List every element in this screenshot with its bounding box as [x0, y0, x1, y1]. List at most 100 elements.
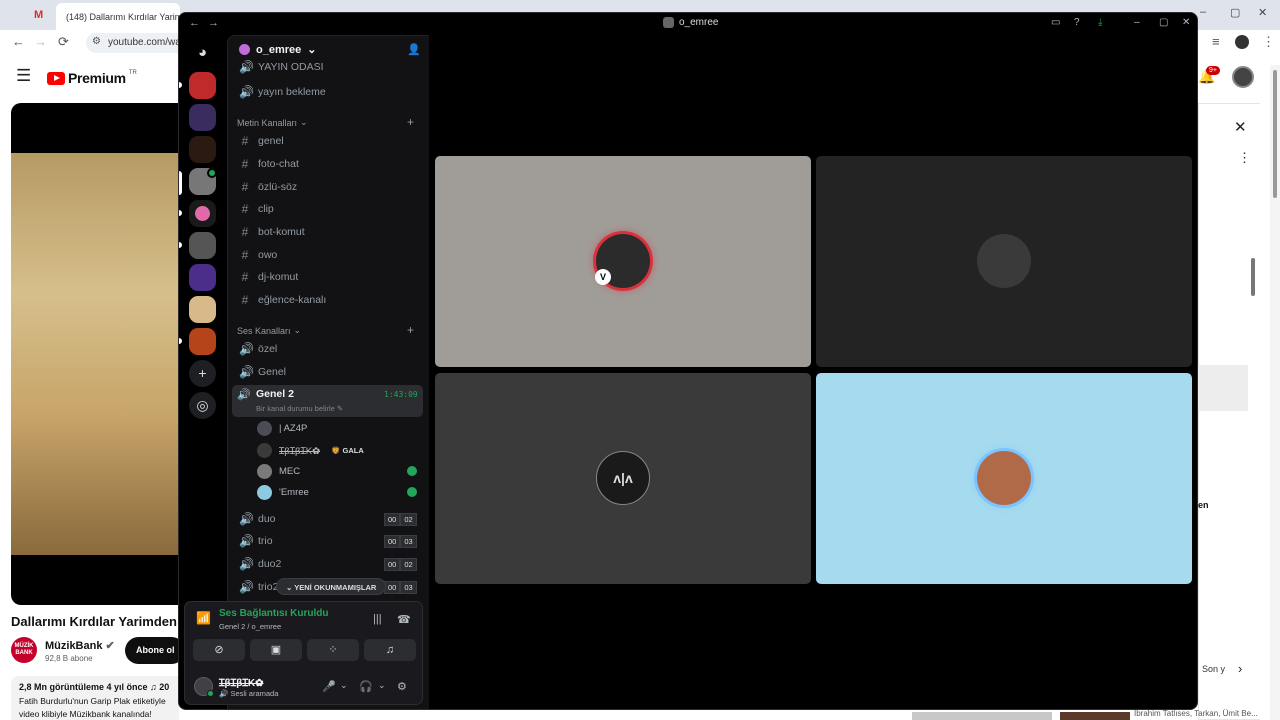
participant-tile[interactable]: V	[435, 156, 811, 367]
user-limit-badge: 00 03	[384, 535, 417, 548]
recommendation-thumb[interactable]	[1060, 712, 1130, 720]
channel-status-text: Bir kanal durumu belirle	[256, 404, 335, 413]
yt-account-avatar[interactable]	[1232, 66, 1254, 88]
invite-people-icon[interactable]: 👤	[407, 43, 421, 56]
voice-timer: 1:43:09	[384, 390, 418, 399]
category-voice-channels[interactable]: Ses Kanalları ⌄	[237, 325, 301, 336]
discover-icon[interactable]: ◎	[189, 392, 216, 419]
settings-gear-icon[interactable]: ⚙	[397, 680, 407, 693]
voice-user[interactable]: 'Emree	[257, 483, 309, 501]
channel-ozel[interactable]: 🔊 özel	[235, 339, 423, 359]
server-icon[interactable]	[189, 232, 216, 259]
video-player[interactable]	[11, 103, 179, 605]
hamburger-menu-icon[interactable]: ☰	[16, 66, 31, 86]
create-channel-icon[interactable]: +	[407, 115, 414, 129]
speaker-icon: 🔊	[239, 557, 254, 571]
tab-youtube[interactable]: (148) Dallarımı Kırdılar Yarim	[56, 3, 180, 30]
browser-close-button[interactable]: ✕	[1258, 6, 1267, 19]
participant-tile[interactable]	[816, 156, 1192, 367]
audio-options-chevron-icon[interactable]: ⌄	[378, 680, 386, 691]
server-icon[interactable]	[189, 104, 216, 131]
channel-dj-komut[interactable]: # dj-komut	[235, 267, 423, 287]
channel-name[interactable]: MüzikBank ✔	[45, 639, 115, 652]
discord-nav-arrows[interactable]: ←→	[189, 17, 227, 29]
noise-suppression-icon[interactable]: |||	[373, 613, 382, 625]
channel-ozlu-soz[interactable]: # özlü-söz	[235, 177, 423, 197]
participant-tile-speaking[interactable]	[816, 373, 1192, 584]
close-icon[interactable]: ✕	[1234, 118, 1247, 136]
browser-maximize-button[interactable]: ▢	[1230, 6, 1240, 19]
kebab-icon[interactable]: ⋮	[1262, 34, 1275, 50]
minimize-button[interactable]: –	[1134, 17, 1140, 28]
username[interactable]: ꞮβꞮβꞮK✿	[219, 675, 264, 689]
user-limit: 02	[400, 513, 417, 526]
reading-list-icon[interactable]: ≡	[1212, 34, 1220, 49]
camera-off-button[interactable]: ⊘	[193, 639, 245, 661]
create-voice-channel-icon[interactable]: +	[407, 323, 414, 337]
scrollbar-thumb[interactable]	[1273, 70, 1277, 198]
server-icon[interactable]	[189, 296, 216, 323]
youtube-premium-logo[interactable]: Premium TR	[47, 70, 137, 86]
chip-son[interactable]: Son y	[1202, 664, 1225, 674]
chevron-right-icon[interactable]: ›	[1238, 661, 1242, 676]
headphones-icon[interactable]: 🎧	[359, 680, 373, 693]
reload-button[interactable]: ⟳	[58, 34, 69, 50]
panel-scrollbar-thumb[interactable]	[1251, 258, 1255, 296]
window-title-text: o_emree	[679, 17, 719, 28]
site-info-icon[interactable]: ⚙	[92, 36, 101, 47]
voice-connected-status[interactable]: Ses Bağlantısı Kuruldu	[219, 608, 328, 619]
forward-button[interactable]: →	[34, 34, 47, 49]
maximize-button[interactable]: ▢	[1159, 17, 1168, 28]
add-server-icon[interactable]: +	[189, 360, 216, 387]
help-icon[interactable]: ?	[1074, 17, 1080, 28]
guild-icon	[239, 44, 250, 55]
tab-gmail[interactable]: M	[34, 5, 43, 25]
mic-options-chevron-icon[interactable]: ⌄	[340, 680, 348, 691]
server-icon[interactable]	[189, 264, 216, 291]
profile-avatar[interactable]	[1235, 35, 1249, 49]
activities-button[interactable]: ⁘	[307, 639, 359, 661]
discord-home-icon[interactable]: ◕	[189, 39, 216, 66]
channel-eglence-kanali[interactable]: # eğlence-kanalı	[235, 290, 423, 310]
guild-header[interactable]: o_emree ⌄	[239, 43, 316, 56]
channel-bot-komut[interactable]: # bot-komut	[235, 222, 423, 242]
channel-genel[interactable]: # genel	[235, 131, 423, 151]
voice-channel-path[interactable]: Genel 2 / o_emree	[219, 622, 281, 631]
chevron-down-icon: ⌄	[293, 325, 302, 335]
channel-foto-chat[interactable]: # foto-chat	[235, 154, 423, 174]
new-unreads-button[interactable]: ⌄ YENİ OKUNMAMIŞLAR	[276, 578, 387, 595]
inbox-icon[interactable]: ▭	[1051, 17, 1060, 28]
channel-avatar[interactable]: MÜZİK BANK	[11, 637, 37, 663]
channel-clip[interactable]: # clip	[235, 199, 423, 219]
title-avatar	[663, 17, 674, 28]
hash-icon: #	[241, 157, 249, 171]
participant-tile[interactable]: ʌ|ʌ	[435, 373, 811, 584]
server-icon[interactable]	[189, 328, 216, 355]
channel-status-input[interactable]: Bir kanal durumu belirle ✎	[256, 404, 343, 413]
voice-user[interactable]: ꞮβꞮβꞮK✿ 🦁 GALA	[257, 441, 364, 459]
channel-yayin-bekleme[interactable]: 🔊 yayın bekleme	[235, 82, 423, 102]
server-icon[interactable]	[189, 72, 216, 99]
microphone-icon[interactable]: 🎤	[322, 680, 336, 693]
more-options-icon[interactable]: ⋮	[1238, 150, 1251, 166]
download-icon[interactable]: ⤓	[1098, 17, 1102, 28]
subscribe-button[interactable]: Abone ol	[125, 637, 185, 664]
voice-user[interactable]: | AZ4P	[257, 419, 307, 437]
voice-user[interactable]: MEC	[257, 462, 300, 480]
channel-owo[interactable]: # owo	[235, 245, 423, 265]
disconnect-icon[interactable]: ☎	[397, 613, 411, 626]
signal-icon[interactable]: 📶	[196, 611, 211, 625]
channel-yayin-odasi[interactable]: 🔊 YAYIN ODASI	[235, 59, 423, 75]
back-button[interactable]: ←	[12, 34, 25, 49]
channel-genel-voice[interactable]: 🔊 Genel	[235, 362, 423, 382]
server-icon[interactable]	[189, 136, 216, 163]
close-button[interactable]: ✕	[1182, 17, 1190, 28]
browser-minimize-button[interactable]: –	[1200, 6, 1206, 18]
recommendation-thumb[interactable]	[912, 712, 1052, 720]
subscriber-count: 92,8 B abone	[45, 654, 93, 663]
panel-card	[1198, 365, 1248, 411]
soundboard-button[interactable]: ♫	[364, 639, 416, 661]
screen-share-button[interactable]: ▣	[250, 639, 302, 661]
category-text-channels[interactable]: Metin Kanalları ⌄	[237, 117, 308, 128]
channel-name: duo	[258, 513, 276, 525]
